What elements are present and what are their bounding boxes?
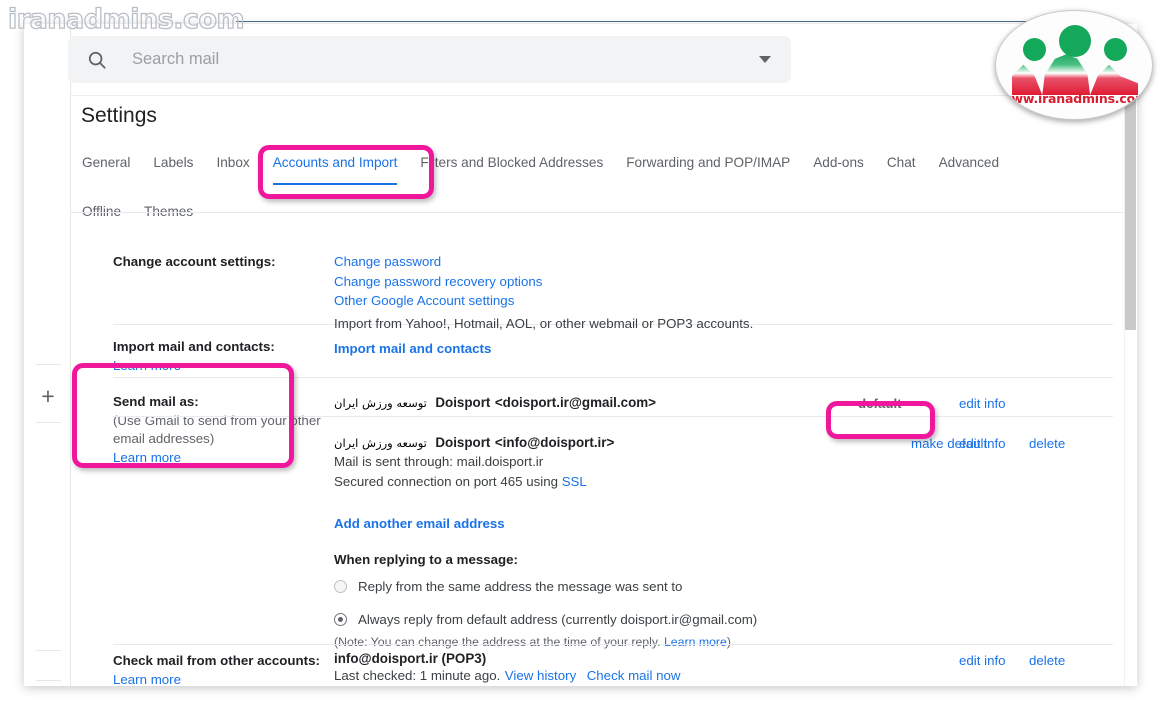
reply-note-learn-more-link[interactable]: Learn more [664, 635, 727, 649]
tab-label: Forwarding and POP/IMAP [626, 155, 791, 170]
check-mail-now-link[interactable]: Check mail now [587, 668, 681, 683]
add-another-email-address-link[interactable]: Add another email address [334, 514, 505, 534]
send-as-edit-info-link-0[interactable]: edit info [959, 394, 1006, 414]
change-account-links: Change password Change password recovery… [334, 252, 542, 311]
change-account-label: Change account settings: [113, 254, 276, 269]
send-as-delete-link-1[interactable]: delete [1029, 434, 1065, 454]
plus-icon[interactable]: + [38, 385, 58, 408]
gmail-window: + Settings General Labels [24, 24, 1137, 686]
vertical-scrollbar-track[interactable] [1124, 48, 1137, 686]
check-mail-status-line: Last checked: 1 minute ago. View history… [334, 668, 681, 683]
send-as-name-rtl: توسعه ورزش ایران [334, 436, 427, 450]
check-mail-learn-more-link[interactable]: Learn more [113, 672, 181, 686]
tab-filters-and-blocked-addresses[interactable]: Filters and Blocked Addresses [419, 146, 604, 184]
view-history-link[interactable]: View history [505, 668, 576, 683]
send-as-secure-line: Secured connection on port 465 using SSL [334, 473, 587, 489]
tab-chat[interactable]: Chat [886, 146, 917, 184]
search-input[interactable] [130, 49, 759, 70]
tab-label: Labels [153, 155, 194, 170]
ssl-link[interactable]: SSL [562, 474, 587, 489]
account-divider [113, 416, 1113, 417]
check-mail-account-block: info@doisport.ir (POP3) Last checked: 1 … [334, 651, 681, 686]
send-mail-as-label: Send mail as: [113, 394, 199, 409]
tab-inbox[interactable]: Inbox [215, 146, 250, 184]
reply-option-label: Reply from the same address the message … [358, 579, 683, 594]
tab-label: Inbox [216, 155, 250, 170]
send-as-status-default: default [858, 396, 902, 411]
reply-option-label: Always reply from default address (curre… [358, 611, 758, 627]
import-learn-more-link[interactable]: Learn more [113, 358, 181, 373]
tab-forwarding-and-pop-imap[interactable]: Forwarding and POP/IMAP [625, 146, 791, 184]
other-google-account-settings-link[interactable]: Other Google Account settings [334, 293, 514, 308]
logo-head-center-icon [1059, 25, 1091, 57]
reply-heading: When replying to a message: [334, 552, 518, 567]
rail-divider [36, 650, 61, 651]
send-as-name: Doisport [435, 435, 491, 450]
change-password-link[interactable]: Change password [334, 254, 441, 269]
logo-head-right-icon [1104, 38, 1127, 61]
tabs-bottom-divider [71, 212, 1137, 213]
send-mail-as-hint: (Use Gmail to send from your other email… [113, 413, 321, 446]
tab-label: Accounts and Import [272, 155, 398, 170]
send-as-address-row: توسعه ورزش ایران Doisport <doisport.ir@g… [334, 394, 656, 412]
tab-advanced[interactable]: Advanced [938, 146, 1000, 184]
tab-label: Advanced [938, 155, 1000, 170]
send-as-address-row: توسعه ورزش ایران Doisport <info@doisport… [334, 434, 614, 491]
check-mail-delete-link[interactable]: delete [1029, 651, 1065, 671]
logo-graphic: www.iranadmins.com [996, 11, 1152, 119]
screenshot-root: iranadmins.com www.iranadmins.com + Sear… [0, 0, 1159, 708]
import-action: Import mail and contacts [334, 339, 491, 359]
page-title: Settings [81, 104, 157, 127]
rail-divider [36, 364, 61, 365]
import-mail-and-contacts-link[interactable]: Import mail and contacts [334, 341, 491, 356]
reply-option-default-address[interactable]: Always reply from default address (curre… [334, 610, 1034, 630]
import-note: Import from Yahoo!, Hotmail, AOL, or oth… [334, 316, 754, 331]
tab-labels[interactable]: Labels [152, 146, 194, 184]
chevron-down-icon[interactable] [759, 56, 771, 63]
send-as-edit-info-link-1[interactable]: edit info [959, 434, 1006, 454]
check-mail-label-block: Check mail from other accounts: Learn mo… [113, 651, 331, 686]
logo-url-text: www.iranadmins.com [1000, 91, 1148, 106]
import-label-block: Import mail and contacts: Learn more [113, 337, 328, 376]
reply-options-block: When replying to a message: Reply from t… [334, 550, 1034, 653]
watermark-text: iranadmins.com [7, 3, 245, 35]
reply-note: (Note: You can change the address at the… [334, 635, 731, 649]
send-mail-as-learn-more-link[interactable]: Learn more [113, 450, 181, 465]
search-icon [88, 51, 106, 69]
send-mail-as-label-block: Send mail as: (Use Gmail to send from yo… [113, 392, 328, 468]
tab-accounts-and-import[interactable]: Accounts and Import [272, 146, 399, 195]
logo-head-left-icon [1023, 38, 1046, 61]
send-as-name-rtl: توسعه ورزش ایران [334, 396, 427, 410]
import-label: Import mail and contacts: [113, 339, 275, 354]
search-bar[interactable] [68, 36, 791, 83]
send-as-name: Doisport [435, 395, 491, 410]
check-mail-account: info@doisport.ir (POP3) [334, 651, 487, 666]
change-password-recovery-link[interactable]: Change password recovery options [334, 274, 542, 289]
tab-label: General [82, 155, 131, 170]
rail-divider [36, 422, 61, 423]
send-as-address: <info@doisport.ir> [494, 435, 615, 450]
tab-label: Chat [886, 155, 916, 170]
iranadmins-logo: www.iranadmins.com [995, 10, 1153, 120]
tab-underline [272, 183, 398, 185]
check-mail-edit-info-link[interactable]: edit info [959, 651, 1006, 671]
tab-label: Add-ons [813, 155, 864, 170]
radio-icon-selected[interactable] [334, 612, 347, 626]
send-as-address: <doisport.ir@gmail.com> [494, 395, 656, 410]
section-divider [113, 644, 1113, 645]
tab-add-ons[interactable]: Add-ons [812, 146, 865, 184]
rail-divider [36, 680, 61, 681]
search-divider [71, 95, 1137, 96]
check-mail-label: Check mail from other accounts: [113, 653, 320, 668]
watermark-rule [236, 21, 1036, 22]
tab-label: Filters and Blocked Addresses [420, 155, 604, 170]
tab-general[interactable]: General [81, 146, 131, 184]
reply-option-same-address[interactable]: Reply from the same address the message … [334, 577, 1034, 597]
send-as-mail-host: Mail is sent through: mail.doisport.ir [334, 454, 544, 469]
left-rail: + [24, 24, 71, 686]
radio-icon[interactable] [334, 580, 347, 594]
settings-body: Change account settings: Change password… [71, 214, 1137, 686]
section-divider [113, 377, 1113, 378]
